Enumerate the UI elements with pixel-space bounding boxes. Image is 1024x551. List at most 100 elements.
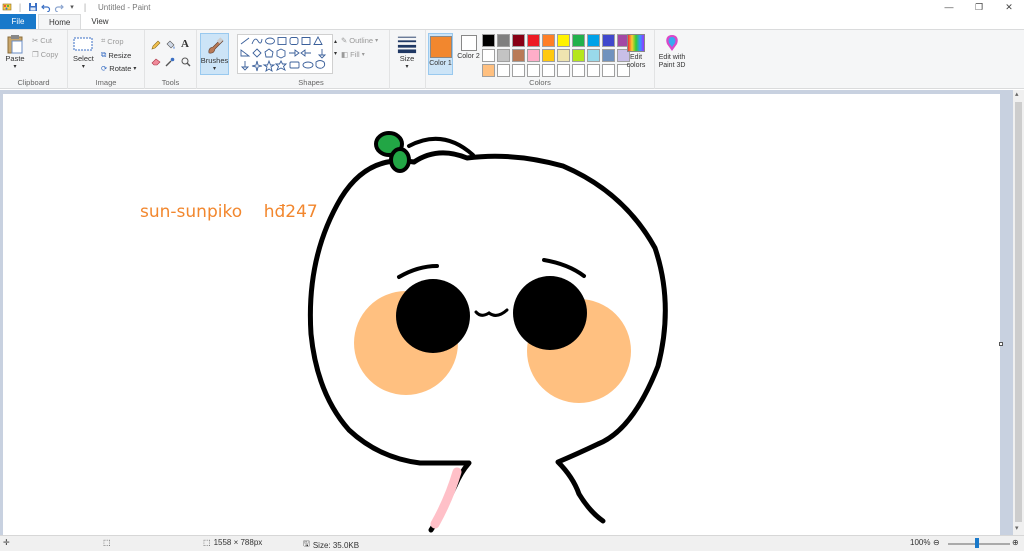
palette-color-swatch[interactable] <box>512 64 525 77</box>
copy-button[interactable]: ❐ Copy <box>32 50 58 59</box>
resize-button[interactable]: ⧉ Resize <box>101 50 131 60</box>
zoom-in-icon[interactable]: ⊕ <box>1012 538 1019 547</box>
crop-icon: ⌗ <box>101 36 106 45</box>
paint3d-icon <box>663 34 681 52</box>
palette-color-swatch[interactable] <box>602 49 615 62</box>
brushes-button[interactable]: Brushes ▾ <box>200 33 229 75</box>
palette-color-swatch[interactable] <box>512 34 525 47</box>
cut-button[interactable]: ✂ Cut <box>32 36 52 45</box>
palette-color-swatch[interactable] <box>572 64 585 77</box>
palette-color-swatch[interactable] <box>527 34 540 47</box>
tab-file[interactable]: File <box>0 14 36 29</box>
scroll-down-icon[interactable]: ▾ <box>1015 524 1019 532</box>
palette-color-swatch[interactable] <box>482 64 495 77</box>
palette-color-swatch[interactable] <box>587 49 600 62</box>
canvas-resize-handle[interactable] <box>999 342 1003 346</box>
redo-icon[interactable] <box>54 2 64 12</box>
palette-color-swatch[interactable] <box>527 64 540 77</box>
save-icon[interactable] <box>28 2 38 12</box>
shapes-scroll-down-icon[interactable]: ▾ <box>334 50 337 57</box>
palette-color-swatch[interactable] <box>557 34 570 47</box>
cut-label: Cut <box>40 36 52 45</box>
fill-bucket-icon[interactable] <box>165 40 176 50</box>
palette-color-swatch[interactable] <box>602 64 615 77</box>
clipboard-group: Paste ▾ ✂ Cut ❐ Copy Clipboard <box>0 30 68 89</box>
tab-view[interactable]: View <box>81 14 118 29</box>
color2-label: Color 2 <box>457 53 480 60</box>
drawing-canvas[interactable]: sun-sunpiko hđ247 <box>3 94 1000 535</box>
zoom-out-icon[interactable]: ⊖ <box>933 538 940 547</box>
undo-icon[interactable] <box>41 2 51 12</box>
color1-selector[interactable]: Color 1 <box>428 33 453 75</box>
pencil-icon[interactable] <box>151 40 161 50</box>
palette-color-swatch[interactable] <box>497 49 510 62</box>
palette-color-swatch[interactable] <box>482 49 495 62</box>
fill-icon: ◧ <box>341 50 349 59</box>
text-tool-icon[interactable]: A <box>181 38 189 50</box>
zoom-slider-track[interactable] <box>948 543 1010 545</box>
palette-color-swatch[interactable] <box>602 34 615 47</box>
palette-color-swatch[interactable] <box>482 34 495 47</box>
maximize-button[interactable]: ❐ <box>964 0 994 14</box>
brushes-dropdown-icon: ▾ <box>212 66 216 72</box>
palette-color-swatch[interactable] <box>542 34 555 47</box>
crop-button[interactable]: ⌗ Crop <box>101 36 124 46</box>
shapes-group: ▴ ▾ ✎ Outline ▾ ◧ Fill ▾ Shapes <box>233 30 390 89</box>
paste-button[interactable]: Paste ▾ <box>5 34 25 70</box>
palette-color-swatch[interactable] <box>557 49 570 62</box>
palette-color-swatch[interactable] <box>587 64 600 77</box>
shapes-scroll-icon[interactable]: ▴ <box>334 38 337 45</box>
separator: | <box>83 2 87 12</box>
select-dropdown-icon[interactable]: ▾ <box>82 63 85 70</box>
paste-dropdown-icon[interactable]: ▾ <box>13 63 16 70</box>
outline-button[interactable]: ✎ Outline ▾ <box>341 36 378 45</box>
scrollbar-thumb[interactable] <box>1015 102 1022 522</box>
paste-icon <box>5 34 25 54</box>
copy-label: Copy <box>40 50 59 59</box>
scroll-up-icon[interactable]: ▴ <box>1015 90 1019 98</box>
separator: | <box>18 2 22 12</box>
eraser-icon[interactable] <box>151 57 162 66</box>
palette-color-swatch[interactable] <box>542 49 555 62</box>
tools-group: A Tools <box>145 30 197 89</box>
palette-color-swatch[interactable] <box>557 64 570 77</box>
tab-home[interactable]: Home <box>38 14 82 29</box>
palette-color-swatch[interactable] <box>497 64 510 77</box>
palette-color-swatch[interactable] <box>572 34 585 47</box>
size-button[interactable]: Size ▾ <box>394 34 420 70</box>
scissors-icon: ✂ <box>32 36 39 45</box>
rotate-label: Rotate <box>109 64 132 73</box>
customize-toolbar-icon[interactable]: ▾ <box>67 2 77 12</box>
vertical-scrollbar[interactable]: ▴ ▾ <box>1013 90 1024 535</box>
edit-colors-button[interactable]: Edit colors <box>624 34 648 70</box>
resize-label: Resize <box>108 50 132 60</box>
mouth <box>474 308 509 317</box>
select-button[interactable]: Select ▾ <box>73 34 94 70</box>
zoom-level: 100% <box>910 538 931 547</box>
image-dimensions: ⬚ 1558 × 788px <box>203 538 262 547</box>
edit-with-paint3d-button[interactable]: Edit with Paint 3D <box>656 34 688 70</box>
color2-selector[interactable]: Color 2 <box>456 35 481 75</box>
color2-swatch <box>460 35 477 51</box>
palette-color-swatch[interactable] <box>542 64 555 77</box>
shapes-gallery-icons[interactable] <box>238 35 334 75</box>
zoom-slider-thumb[interactable] <box>975 538 979 548</box>
colors-group: Color 1 Color 2 Edit colors Colors <box>425 30 655 89</box>
palette-color-swatch[interactable] <box>587 34 600 47</box>
fill-button[interactable]: ◧ Fill ▾ <box>341 50 365 59</box>
paint-app-icon[interactable] <box>2 2 12 12</box>
rotate-button[interactable]: ⟳ Rotate ▾ <box>101 64 136 73</box>
palette-color-swatch[interactable] <box>497 34 510 47</box>
minimize-button[interactable]: — <box>934 0 964 14</box>
sprout-leaf-right <box>389 147 411 173</box>
palette-color-swatch[interactable] <box>572 49 585 62</box>
palette-color-swatch[interactable] <box>527 49 540 62</box>
workspace: sun-sunpiko hđ247 ▴ ▾ <box>0 90 1024 535</box>
magnifier-icon[interactable] <box>181 57 191 67</box>
close-button[interactable]: ✕ <box>994 0 1024 14</box>
palette-color-swatch[interactable] <box>512 49 525 62</box>
paste-label: Paste <box>5 54 25 63</box>
right-eye <box>513 276 587 350</box>
color1-swatch <box>429 36 452 58</box>
color-picker-icon[interactable] <box>165 57 175 67</box>
